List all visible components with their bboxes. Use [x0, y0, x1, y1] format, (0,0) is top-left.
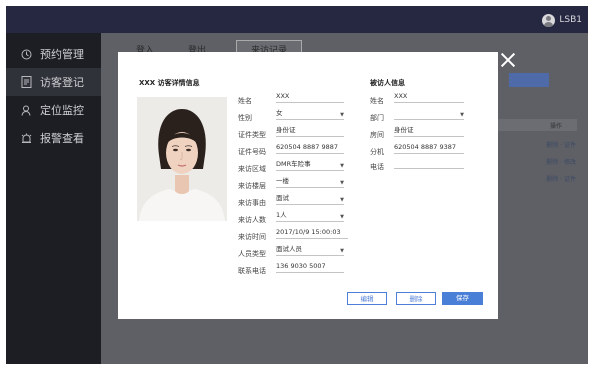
- sidebar-item-label: 访客登记: [40, 76, 84, 89]
- close-icon[interactable]: [500, 52, 516, 68]
- visited-section-title: 被访人信息: [370, 79, 405, 87]
- delete-button[interactable]: 删除: [396, 292, 436, 305]
- gender-select[interactable]: 女 ▼: [276, 109, 344, 120]
- dialog-title: XXX 访客详情信息: [139, 79, 200, 87]
- chevron-down-icon: ▼: [340, 180, 344, 186]
- chevron-down-icon: ▼: [340, 248, 344, 254]
- field-label: 证件号码: [238, 148, 266, 156]
- field-value: XXX: [276, 92, 290, 100]
- sidebar: 预约管理 访客登记 定位监控 报警查看: [6, 33, 101, 364]
- field-label: 部门: [370, 114, 384, 122]
- host-name-field[interactable]: XXX: [394, 92, 464, 103]
- phone-field[interactable]: 136 9030 5007: [276, 262, 344, 273]
- person-location-icon: [20, 104, 32, 116]
- field-value: DMR车险事: [276, 160, 311, 168]
- chevron-down-icon: ▼: [460, 112, 464, 118]
- extension-field[interactable]: 620504 8887 9387: [394, 143, 464, 154]
- field-value: 1人: [276, 211, 287, 219]
- top-bar: LSB1: [6, 6, 588, 33]
- document-icon: [20, 76, 32, 88]
- field-label: 人员类型: [238, 250, 266, 258]
- chevron-down-icon: ▼: [340, 112, 344, 118]
- edit-button[interactable]: 编辑: [347, 292, 387, 305]
- field-label: 电话: [370, 163, 384, 171]
- person-type-select[interactable]: 面试人员 ▼: [276, 245, 344, 256]
- field-value: 一楼: [276, 177, 289, 185]
- name-field[interactable]: XXX: [276, 92, 344, 103]
- sidebar-item-label: 报警查看: [40, 132, 84, 145]
- chevron-down-icon: ▼: [340, 214, 344, 220]
- chevron-down-icon: ▼: [340, 163, 344, 169]
- field-value: 620504 8887 9887: [276, 143, 339, 151]
- id-number-field[interactable]: 620504 8887 9887: [276, 143, 344, 154]
- field-value: 面试人员: [276, 245, 302, 253]
- field-label: 联系电话: [238, 267, 266, 275]
- field-label: 性别: [238, 114, 252, 122]
- visit-reason-select[interactable]: 面试 ▼: [276, 194, 344, 205]
- field-value: 面试: [276, 194, 289, 202]
- field-label: 来访时间: [238, 233, 266, 241]
- field-value: XXX: [394, 92, 408, 100]
- id-type-field[interactable]: 身份证: [276, 126, 344, 137]
- host-phone-field[interactable]: [394, 158, 464, 169]
- visit-area-select[interactable]: DMR车险事 ▼: [276, 160, 344, 171]
- field-label: 来访区域: [238, 165, 266, 173]
- table-row-actions[interactable]: 删除 · 证件: [546, 174, 576, 183]
- sidebar-item-appointment[interactable]: 预约管理: [6, 40, 101, 68]
- field-value: 136 9030 5007: [276, 262, 326, 270]
- alarm-icon: [20, 132, 32, 144]
- user-menu[interactable]: LSB1: [542, 12, 582, 28]
- department-select[interactable]: ▼: [394, 109, 464, 120]
- sidebar-item-location-monitor[interactable]: 定位监控: [6, 96, 101, 124]
- field-value: 女: [276, 109, 283, 117]
- field-value: 2017/10/9 15:00:03: [276, 228, 341, 236]
- sidebar-item-label: 预约管理: [40, 48, 84, 61]
- field-label: 姓名: [370, 97, 384, 105]
- visitor-photo: [137, 97, 227, 221]
- room-field[interactable]: 身份证: [394, 126, 464, 137]
- field-label: 来访楼层: [238, 182, 266, 190]
- chevron-down-icon: ▼: [340, 197, 344, 203]
- save-button[interactable]: 保存: [442, 292, 483, 305]
- field-label: 来访人数: [238, 216, 266, 224]
- visit-floor-select[interactable]: 一楼 ▼: [276, 177, 344, 188]
- field-value: 身份证: [394, 126, 414, 134]
- field-label: 分机: [370, 148, 384, 156]
- background-action-button[interactable]: [509, 73, 549, 87]
- visitor-count-select[interactable]: 1人 ▼: [276, 211, 344, 222]
- field-label: 房间: [370, 131, 384, 139]
- field-value: 身份证: [276, 126, 296, 134]
- sidebar-item-label: 定位监控: [40, 104, 84, 117]
- sidebar-item-alarm-view[interactable]: 报警查看: [6, 124, 101, 152]
- clock-icon: [20, 48, 32, 60]
- user-avatar-icon: [542, 13, 556, 27]
- field-label: 来访事由: [238, 199, 266, 207]
- visitor-detail-dialog: XXX 访客详情信息 姓名 XXX 性别 女 ▼ 证件类型 身份证 证件号码 62…: [118, 52, 498, 319]
- field-label: 证件类型: [238, 131, 266, 139]
- sidebar-item-visitor-register[interactable]: 访客登记: [6, 68, 101, 96]
- field-label: 姓名: [238, 97, 252, 105]
- table-header-actions: 操作: [549, 123, 562, 130]
- table-row-actions[interactable]: 删除 · 修改: [546, 157, 576, 166]
- field-value: 620504 8887 9387: [394, 143, 457, 151]
- table-row-actions[interactable]: 删除 · 证件: [546, 140, 576, 149]
- visit-time-field[interactable]: 2017/10/9 15:00:03: [276, 228, 348, 239]
- username: LSB1: [559, 15, 582, 25]
